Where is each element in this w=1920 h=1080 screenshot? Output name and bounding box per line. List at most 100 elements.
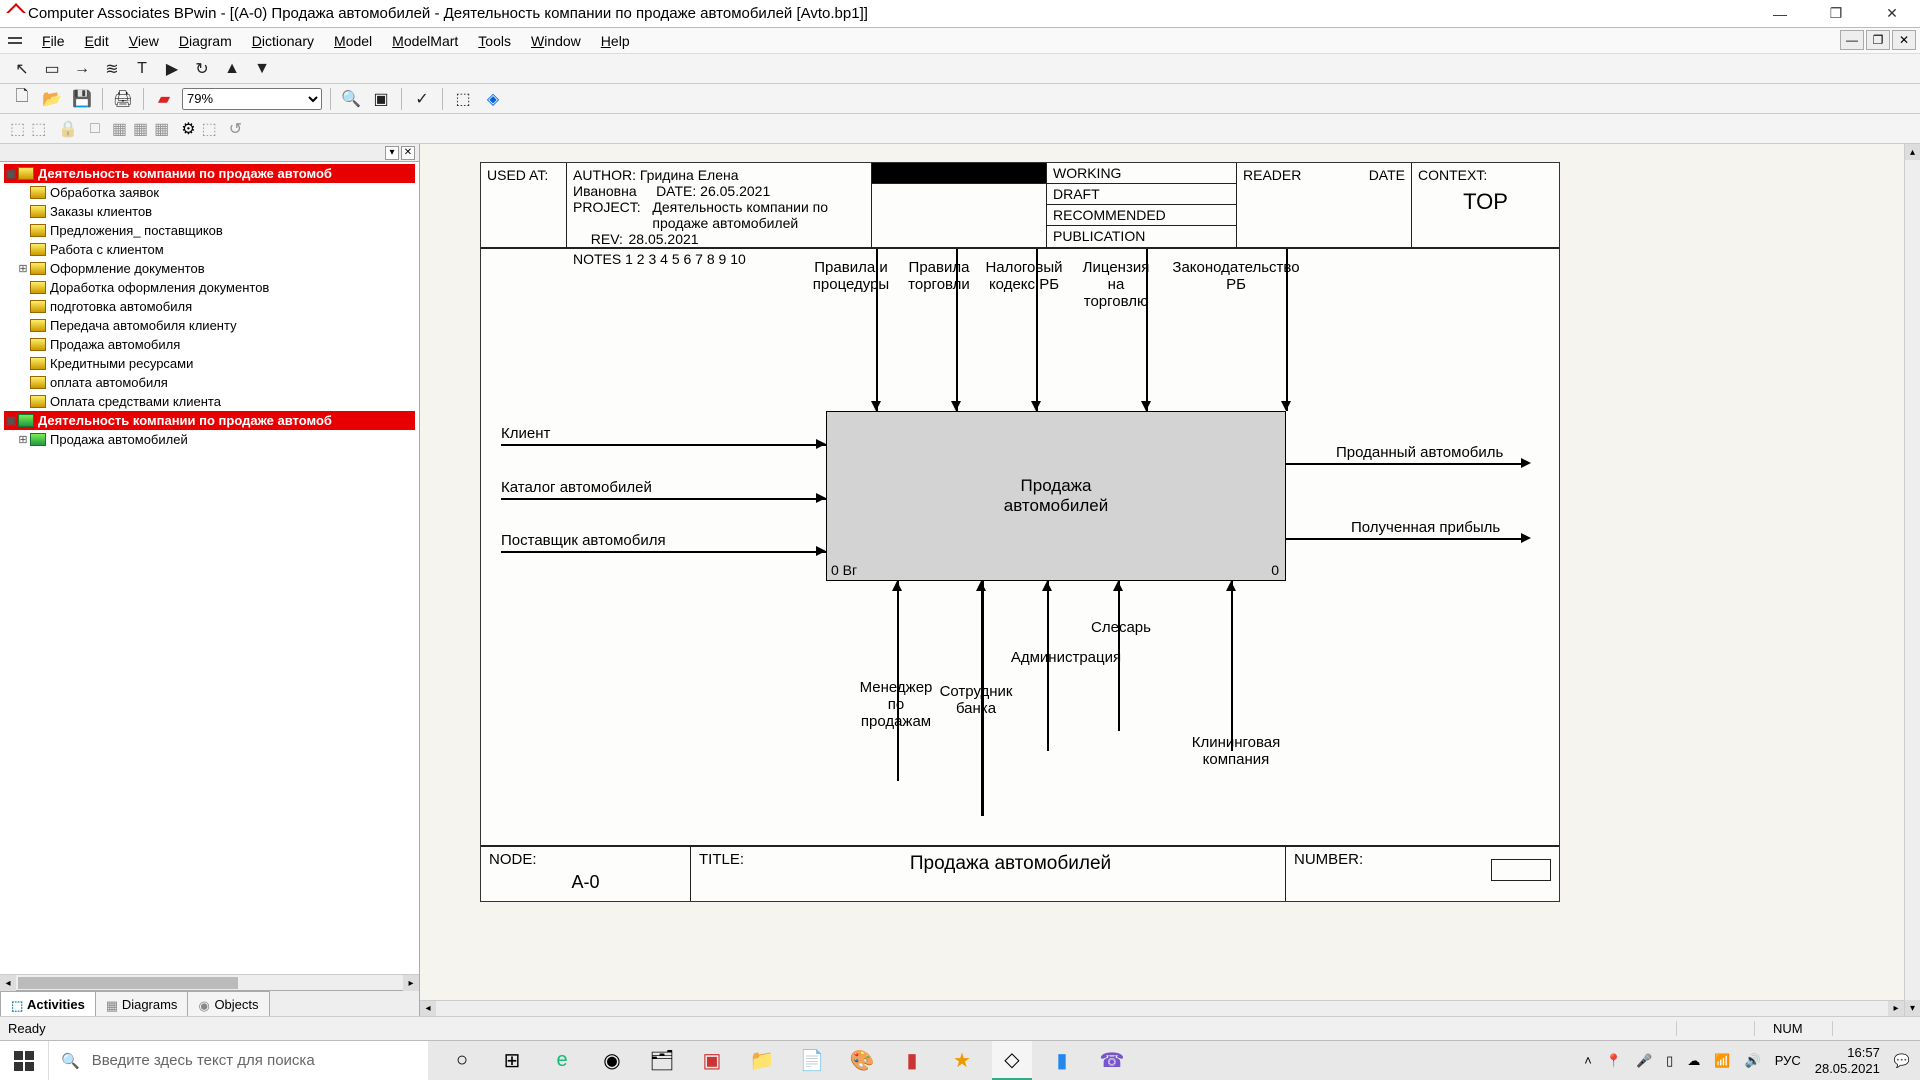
start-button[interactable] (0, 1041, 48, 1080)
taskbar-search[interactable]: 🔍 Введите здесь текст для поиска (48, 1041, 428, 1080)
tree-item[interactable]: Работа с клиентом (4, 240, 415, 259)
mdi-restore-button[interactable]: ❐ (1866, 30, 1890, 50)
tray-battery-icon[interactable]: ▯ (1666, 1053, 1673, 1069)
tree-item[interactable]: Оплата средствами клиента (4, 392, 415, 411)
mm-icon-5[interactable]: ▦ (133, 119, 148, 139)
notepad-icon[interactable]: 📄 (792, 1041, 832, 1080)
tree-item[interactable]: Обработка заявок (4, 183, 415, 202)
sidebar-tab-activities[interactable]: Activities (0, 991, 96, 1016)
mdi-minimize-button[interactable]: — (1840, 30, 1864, 50)
tray-location-icon[interactable]: 📍 (1606, 1053, 1622, 1069)
folder-icon[interactable]: 📁 (742, 1041, 782, 1080)
tree-item[interactable]: подготовка автомобиля (4, 297, 415, 316)
tree-item[interactable]: Заказы клиентов (4, 202, 415, 221)
star-icon[interactable]: ★ (942, 1041, 982, 1080)
close-button[interactable]: ✕ (1864, 0, 1920, 28)
mm-icon-1[interactable]: ⬚ (10, 119, 25, 139)
canvas-hscrollbar[interactable]: ◂▸ (420, 1000, 1904, 1016)
spellcheck-icon[interactable]: ✓ (410, 87, 434, 111)
header-usedat-label: USED AT: (487, 167, 548, 183)
zoom-in-icon[interactable]: 🔍 (339, 87, 363, 111)
activity-box[interactable]: Продажа автомобилей 0 Bг 0 (826, 411, 1286, 581)
arrow-tool-icon[interactable]: → (70, 57, 94, 81)
triangle-up-icon[interactable]: ▲ (220, 57, 244, 81)
model-explorer-icon[interactable]: ⬚ (451, 87, 475, 111)
canvas-vscrollbar[interactable]: ▴▾ (1904, 144, 1920, 1016)
triangle-down-icon[interactable]: ▼ (250, 57, 274, 81)
menu-view[interactable]: View (119, 33, 169, 49)
mm-icon-2[interactable]: ⬚ (31, 119, 46, 139)
menu-file[interactable]: File (32, 33, 75, 49)
color-palette-icon[interactable]: ▰ (152, 87, 176, 111)
menu-modelmart[interactable]: ModelMart (382, 33, 468, 49)
maximize-button[interactable]: ❐ (1808, 0, 1864, 28)
tree-item[interactable]: Передача автомобиля клиенту (4, 316, 415, 335)
minimize-button[interactable]: — (1752, 0, 1808, 28)
report-icon[interactable]: ◈ (481, 87, 505, 111)
tray-mic-icon[interactable]: 🎤 (1636, 1053, 1652, 1069)
mm-icon-6[interactable]: ▦ (154, 119, 169, 139)
new-file-icon[interactable]: 🗋 (10, 87, 34, 111)
menu-diagram[interactable]: Diagram (169, 33, 242, 49)
tree-item[interactable]: ⊞Продажа автомобилей (4, 430, 415, 449)
tray-chevron-icon[interactable]: ˄ (1584, 1053, 1592, 1068)
tray-language[interactable]: РУС (1775, 1053, 1801, 1068)
mdi-close-button[interactable]: ✕ (1892, 30, 1916, 50)
tree-item[interactable]: ⊞Оформление документов (4, 259, 415, 278)
tray-clock[interactable]: 16:57 28.05.2021 (1815, 1045, 1880, 1076)
menu-tools[interactable]: Tools (468, 33, 521, 49)
mm-icon-8[interactable]: ⬚ (202, 119, 217, 139)
task-view-icon[interactable]: ⊞ (492, 1041, 532, 1080)
tree-root-1[interactable]: ▣Деятельность компании по продаже автомо… (4, 164, 415, 183)
menu-window[interactable]: Window (521, 33, 591, 49)
pointer-tool-icon[interactable]: ↖ (10, 57, 34, 81)
cortana-icon[interactable]: ○ (442, 1041, 482, 1080)
mm-icon-9[interactable]: ↺ (229, 119, 242, 139)
menu-help[interactable]: Help (591, 33, 640, 49)
app-icon-1[interactable]: ▣ (692, 1041, 732, 1080)
mm-icon-4[interactable]: ▦ (112, 119, 127, 139)
paint-icon[interactable]: 🎨 (842, 1041, 882, 1080)
mm-icon-3[interactable]: □ (90, 120, 100, 138)
mm-lock-icon[interactable]: 🔒 (58, 119, 78, 139)
viber-icon[interactable]: ☎ (1092, 1041, 1132, 1080)
open-file-icon[interactable]: 📂 (40, 87, 64, 111)
mm-icon-7[interactable]: ⚙ (181, 119, 195, 139)
menu-model[interactable]: Model (324, 33, 382, 49)
play-icon[interactable]: ▶ (160, 57, 184, 81)
tree-item[interactable]: оплата автомобиля (4, 373, 415, 392)
system-menu-icon[interactable] (8, 34, 26, 48)
sidebar-tab-objects[interactable]: Objects (187, 991, 269, 1016)
zoom-combobox[interactable]: 79% (182, 88, 322, 110)
tray-wifi-icon[interactable]: 📶 (1714, 1053, 1730, 1069)
zoom-fit-icon[interactable]: ▣ (369, 87, 393, 111)
panel-dock-button[interactable]: ▾ (385, 146, 399, 160)
text-tool-icon[interactable]: T (130, 57, 154, 81)
file-explorer-icon[interactable]: 🗂 (642, 1041, 682, 1080)
tray-onedrive-icon[interactable]: ☁ (1687, 1053, 1700, 1069)
tree-item[interactable]: Кредитными ресурсами (4, 354, 415, 373)
panel-close-button[interactable]: ✕ (401, 146, 415, 160)
tray-notifications-icon[interactable]: 💬 (1894, 1053, 1910, 1069)
menu-edit[interactable]: Edit (75, 33, 119, 49)
edge-icon[interactable]: e (542, 1041, 582, 1080)
menu-dictionary[interactable]: Dictionary (242, 33, 324, 49)
activity-box-tool-icon[interactable]: ▭ (40, 57, 64, 81)
tree-hscrollbar[interactable]: ◂▸ (0, 974, 419, 990)
chrome-icon[interactable]: ◉ (592, 1041, 632, 1080)
office-icon[interactable]: ▮ (892, 1041, 932, 1080)
sidebar-tab-diagrams[interactable]: Diagrams (95, 991, 189, 1016)
tree-item[interactable]: Предложения_ поставщиков (4, 221, 415, 240)
tree-root-2[interactable]: ▣Деятельность компании по продаже автомо… (4, 411, 415, 430)
refresh-icon[interactable]: ↻ (190, 57, 214, 81)
print-icon[interactable]: 🖨 (111, 87, 135, 111)
squiggle-tool-icon[interactable]: ≋ (100, 57, 124, 81)
diagram-canvas[interactable]: USED AT: AUTHOR: Гридина Елена Ивановна … (420, 144, 1920, 1016)
save-file-icon[interactable]: 💾 (70, 87, 94, 111)
activity-tree[interactable]: ▣Деятельность компании по продаже автомо… (0, 162, 419, 974)
tree-item[interactable]: Продажа автомобиля (4, 335, 415, 354)
tray-volume-icon[interactable]: 🔊 (1745, 1053, 1761, 1069)
tree-item[interactable]: Доработка оформления документов (4, 278, 415, 297)
bpwin-taskbar-icon[interactable]: ◇ (992, 1041, 1032, 1080)
zoom-app-icon[interactable]: ▮ (1042, 1041, 1082, 1080)
